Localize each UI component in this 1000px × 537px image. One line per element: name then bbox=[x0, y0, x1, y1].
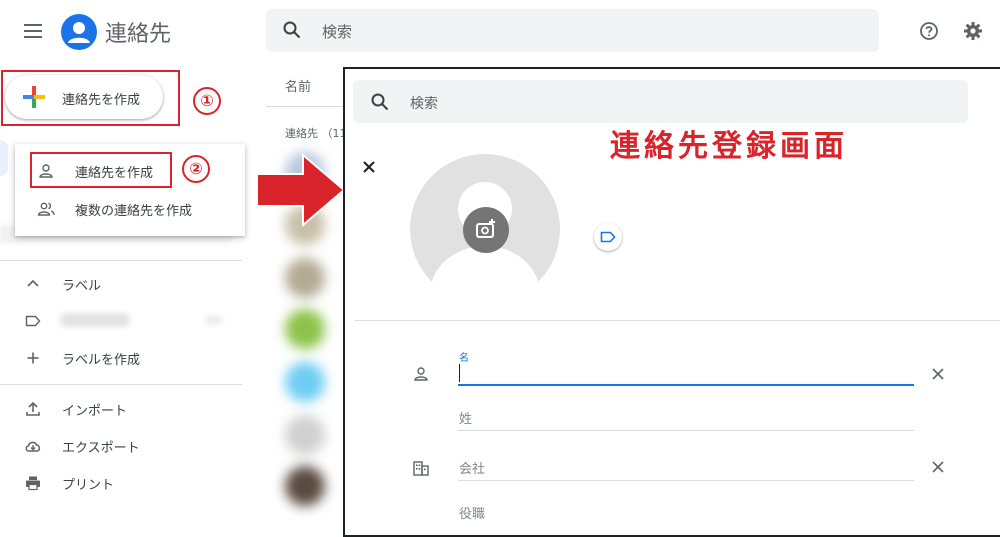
clear-name-icon[interactable] bbox=[931, 367, 945, 381]
search-bar[interactable]: 検索 bbox=[266, 9, 879, 52]
contact-avatar bbox=[285, 309, 325, 349]
contact-avatar bbox=[285, 466, 325, 506]
people-outline-icon bbox=[37, 202, 55, 216]
blurred-label-name bbox=[60, 313, 130, 327]
sidebar-item-label: エクスポート bbox=[62, 441, 140, 456]
sidebar-item-label: プリント bbox=[62, 478, 115, 493]
dialog-divider bbox=[355, 320, 1000, 321]
company-underline bbox=[458, 480, 914, 481]
add-photo-icon bbox=[476, 219, 495, 238]
column-header-name[interactable]: 名前 bbox=[285, 76, 311, 95]
close-icon[interactable] bbox=[361, 159, 377, 175]
building-icon bbox=[413, 461, 429, 476]
create-dropdown-menu: 連絡先を作成 複数の連絡先を作成 bbox=[15, 144, 245, 236]
list-divider bbox=[266, 106, 346, 107]
selected-nav-highlight bbox=[0, 140, 8, 176]
annotation-step1-badge: ① bbox=[193, 87, 221, 115]
dropdown-item-label: 連絡先を作成 bbox=[75, 166, 154, 181]
contacts-count-label: 連絡先 （11 bbox=[285, 127, 347, 140]
company-field[interactable] bbox=[458, 452, 914, 482]
add-label-button[interactable] bbox=[594, 223, 622, 251]
last-name-underline bbox=[458, 430, 914, 431]
help-icon[interactable] bbox=[919, 21, 939, 41]
search-input[interactable]: 検索 bbox=[322, 21, 352, 42]
dialog-search-bar[interactable]: 検索 bbox=[353, 80, 968, 123]
sidebar-item-label: インポート bbox=[62, 404, 128, 419]
sidebar-import[interactable]: インポート bbox=[0, 392, 242, 426]
dropdown-item-create-multiple[interactable]: 複数の連絡先を作成 bbox=[15, 191, 245, 227]
search-icon bbox=[371, 93, 389, 111]
dialog-search-input[interactable]: 検索 bbox=[410, 93, 438, 113]
contact-avatar bbox=[285, 362, 325, 402]
sidebar-labels-header[interactable]: ラベル bbox=[0, 267, 242, 301]
app-title: 連絡先 bbox=[105, 22, 172, 47]
dialog-caption: 連絡先登録画面 bbox=[610, 129, 848, 164]
text-caret bbox=[459, 364, 460, 382]
first-name-field[interactable] bbox=[458, 356, 914, 386]
printer-icon bbox=[26, 476, 40, 491]
contacts-logo-icon bbox=[61, 14, 97, 50]
first-name-underline bbox=[458, 384, 914, 386]
job-title-field[interactable] bbox=[458, 496, 914, 526]
contact-avatar bbox=[285, 415, 325, 455]
last-name-field[interactable] bbox=[458, 402, 914, 432]
search-icon bbox=[283, 21, 301, 39]
chevron-up-icon bbox=[27, 279, 39, 287]
add-photo-button[interactable] bbox=[463, 207, 509, 253]
sidebar-labels-title: ラベル bbox=[62, 279, 102, 294]
upload-icon bbox=[26, 401, 40, 416]
label-outline-icon bbox=[600, 231, 616, 243]
blurred-label-count bbox=[205, 315, 223, 325]
sidebar-create-label[interactable]: ラベルを作成 bbox=[0, 341, 242, 375]
sidebar-print[interactable]: プリント bbox=[0, 466, 242, 500]
company-placeholder: 会社 bbox=[459, 462, 486, 477]
dropdown-item-create-contact[interactable]: 連絡先を作成 bbox=[15, 153, 245, 189]
sidebar-export[interactable]: エクスポート bbox=[0, 429, 242, 463]
label-outline-icon bbox=[25, 315, 41, 327]
contact-avatar bbox=[285, 258, 325, 298]
plus-icon bbox=[23, 86, 45, 108]
last-name-placeholder: 姓 bbox=[459, 412, 473, 427]
settings-icon[interactable] bbox=[963, 21, 983, 41]
sidebar-divider bbox=[0, 384, 242, 385]
create-contact-label: 連絡先を作成 bbox=[62, 93, 141, 108]
dropdown-item-label: 複数の連絡先を作成 bbox=[75, 204, 193, 219]
annotation-arrow-icon bbox=[256, 152, 346, 228]
person-outline-icon bbox=[414, 367, 428, 381]
create-label-text: ラベルを作成 bbox=[62, 353, 141, 368]
create-contact-button[interactable]: 連絡先を作成 bbox=[5, 75, 163, 119]
job-title-placeholder: 役職 bbox=[459, 507, 486, 522]
clear-company-icon[interactable] bbox=[931, 460, 945, 474]
cloud-download-icon bbox=[25, 441, 41, 452]
sidebar-divider bbox=[0, 260, 242, 261]
menu-icon[interactable] bbox=[22, 20, 44, 42]
plus-icon bbox=[27, 352, 39, 364]
person-outline-icon bbox=[39, 164, 53, 178]
annotation-step2-badge: ② bbox=[182, 155, 210, 183]
